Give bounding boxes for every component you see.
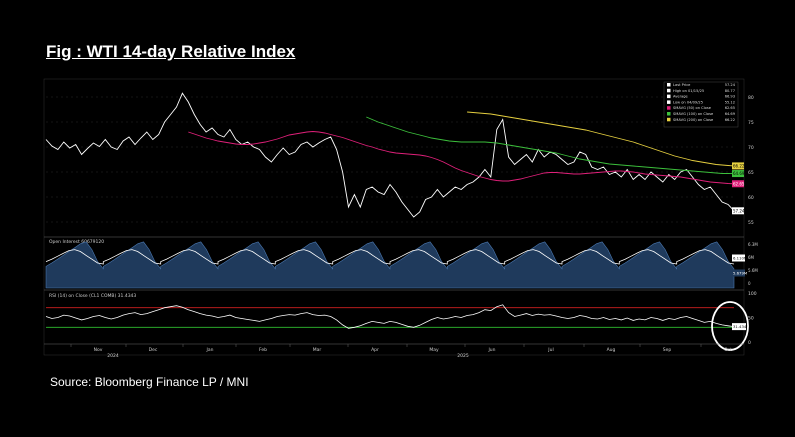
price-tick-label: 55 bbox=[748, 220, 754, 226]
legend-label: Last Price bbox=[673, 83, 691, 87]
oi-badge-label: 5.679M bbox=[733, 271, 747, 276]
oi-tick-label: 6M bbox=[748, 255, 755, 260]
rsi-tick-label: 50 bbox=[748, 316, 754, 322]
x-month-label: Jul bbox=[547, 347, 553, 353]
legend-swatch bbox=[667, 100, 671, 104]
rsi-tick-label: 0 bbox=[748, 340, 751, 346]
price-legend: Last Price 57.24 High on 01/15/25 80.77 Aver… bbox=[663, 81, 739, 128]
rsi-badge-label: 31.4343 bbox=[733, 324, 749, 329]
legend-label: Low on 04/09/25 bbox=[673, 100, 703, 104]
legend-swatch bbox=[667, 83, 671, 87]
legend-swatch bbox=[667, 88, 671, 93]
legend-swatch bbox=[667, 106, 671, 110]
legend-value: 80.77 bbox=[725, 89, 735, 93]
oi-tick-label: 0 bbox=[748, 281, 751, 286]
legend-label: Average bbox=[673, 95, 689, 99]
price-tick-label: 65 bbox=[748, 170, 754, 176]
legend-value: 66.93 bbox=[725, 95, 735, 99]
x-month-label: Aug bbox=[607, 347, 616, 353]
price-badge-label: 64.69 bbox=[733, 171, 745, 176]
x-month-label: Dec bbox=[149, 347, 158, 353]
price-tick-label: 60 bbox=[748, 195, 754, 201]
legend-swatch bbox=[667, 94, 671, 99]
price-tick-label: 80 bbox=[748, 95, 754, 101]
legend-swatch bbox=[667, 117, 671, 122]
x-month-label: Apr bbox=[371, 347, 379, 353]
legend-swatch bbox=[667, 112, 671, 116]
x-year-label: 2024 bbox=[107, 353, 119, 359]
chart-frame bbox=[43, 78, 745, 356]
legend-label: SMAVG (100) on Close bbox=[673, 112, 714, 116]
legend-label: SMAVG (50) on Close bbox=[673, 106, 712, 110]
x-month-label: Oct bbox=[724, 347, 732, 353]
oi-badge-label: 6.110M bbox=[733, 256, 747, 261]
x-month-label: Jun bbox=[487, 347, 495, 353]
rsi-tick-label: 100 bbox=[748, 291, 757, 297]
rsi-title: RSI (14) on Close (CL1 COMB) 31.4343 bbox=[49, 293, 136, 299]
oi-title: Open Interest 60679120 bbox=[49, 239, 104, 245]
x-month-label: May bbox=[429, 347, 439, 353]
price-badge-label: 57.24 bbox=[733, 208, 745, 213]
legend-value: 57.24 bbox=[725, 83, 736, 87]
source-note: Source: Bloomberg Finance LP / MNI bbox=[50, 375, 249, 389]
x-year-label: 2025 bbox=[457, 353, 469, 359]
price-tick-label: 75 bbox=[748, 120, 754, 126]
legend-value: 62.65 bbox=[725, 106, 735, 110]
oi-tick-label: 6.3M bbox=[748, 242, 758, 247]
price-badge-label: 66.22 bbox=[733, 164, 745, 169]
price-tick-label: 70 bbox=[748, 145, 754, 151]
oi-tick-label: 5.6M bbox=[748, 268, 758, 273]
price-badge-label: 62.65 bbox=[733, 181, 745, 186]
legend-value: 55.12 bbox=[725, 100, 735, 104]
x-month-label: Nov bbox=[94, 347, 103, 353]
legend-value: 64.69 bbox=[725, 112, 736, 116]
x-month-label: Sep bbox=[663, 347, 672, 353]
x-month-label: Mar bbox=[313, 347, 322, 353]
legend-label: High on 01/15/25 bbox=[673, 89, 704, 93]
chart-canvas: 80 75 70 65 60 55 Last Price 57.24 High on 01/15… bbox=[43, 78, 758, 359]
x-month-label: Feb bbox=[259, 347, 267, 353]
x-month-label: Jan bbox=[206, 347, 214, 353]
legend-value: 66.22 bbox=[725, 118, 735, 122]
legend-label: SMAVG (200) on Close bbox=[673, 118, 714, 122]
